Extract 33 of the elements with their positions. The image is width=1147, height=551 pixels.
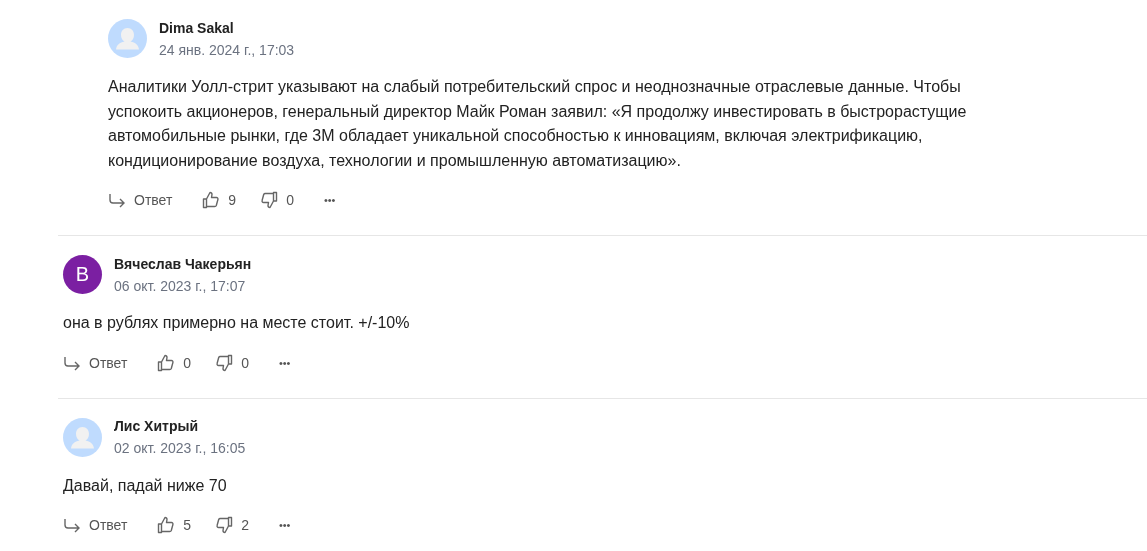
reply-arrow-icon (63, 517, 81, 533)
like-button[interactable]: 0 (157, 353, 192, 372)
author-name: Вячеслав Чакерьян (114, 255, 252, 272)
like-button[interactable]: 5 (157, 516, 192, 534)
avatar-silhouette-icon (108, 19, 147, 58)
author-name: Dima Sakal (159, 19, 235, 36)
reply-button[interactable]: Ответ (108, 192, 173, 208)
reply-arrow-icon (63, 354, 81, 371)
more-button[interactable]: ••• (278, 519, 291, 531)
more-button[interactable]: ••• (278, 356, 291, 369)
thumbs-up-icon (157, 516, 176, 534)
reply-button[interactable]: Ответ (63, 517, 128, 533)
author-name: Лис Хитрый (114, 418, 200, 434)
thumbs-down-icon (215, 353, 234, 372)
thumbs-down-icon (260, 191, 279, 209)
comment-text: она в рублях примерно на месте стоит. +/-10% (63, 313, 411, 333)
comment-text: Аналитики Уолл-стрит указывают на слабый потребительский спрос и неоднозначные отраслевые данные. Чтобы успокоить акционеров, генеральный директор Майк Роман заявил: «Я продолжу инвестировать в быстрорастущие автомобильные рынки, где 3M обладает уникальной способностью к инновациям, включая электрификацию, кондиционирование воздуха, технологии и промышленную автоматизацию». (108, 77, 968, 171)
like-button[interactable]: 9 (202, 191, 237, 209)
comment-date: 24 янв. 2024 г., 17:03 (159, 41, 295, 58)
comment-text: Давай, падай ниже 70 (63, 475, 228, 496)
dislike-button[interactable]: 0 (215, 353, 249, 372)
comment-date: 06 окт. 2023 г., 17:07 (114, 277, 247, 294)
more-button[interactable]: ••• (323, 194, 336, 206)
avatar: B (63, 255, 102, 294)
thumbs-down-icon (215, 516, 234, 534)
dislike-button[interactable]: 0 (260, 191, 294, 209)
thumbs-up-icon (202, 191, 221, 209)
dislike-button[interactable]: 2 (215, 516, 249, 534)
thumbs-up-icon (157, 353, 176, 372)
comment-date: 02 окт. 2023 г., 16:05 (114, 440, 246, 456)
reply-button[interactable]: Ответ (63, 354, 128, 371)
reply-arrow-icon (108, 192, 126, 208)
avatar-silhouette-icon (63, 417, 102, 457)
